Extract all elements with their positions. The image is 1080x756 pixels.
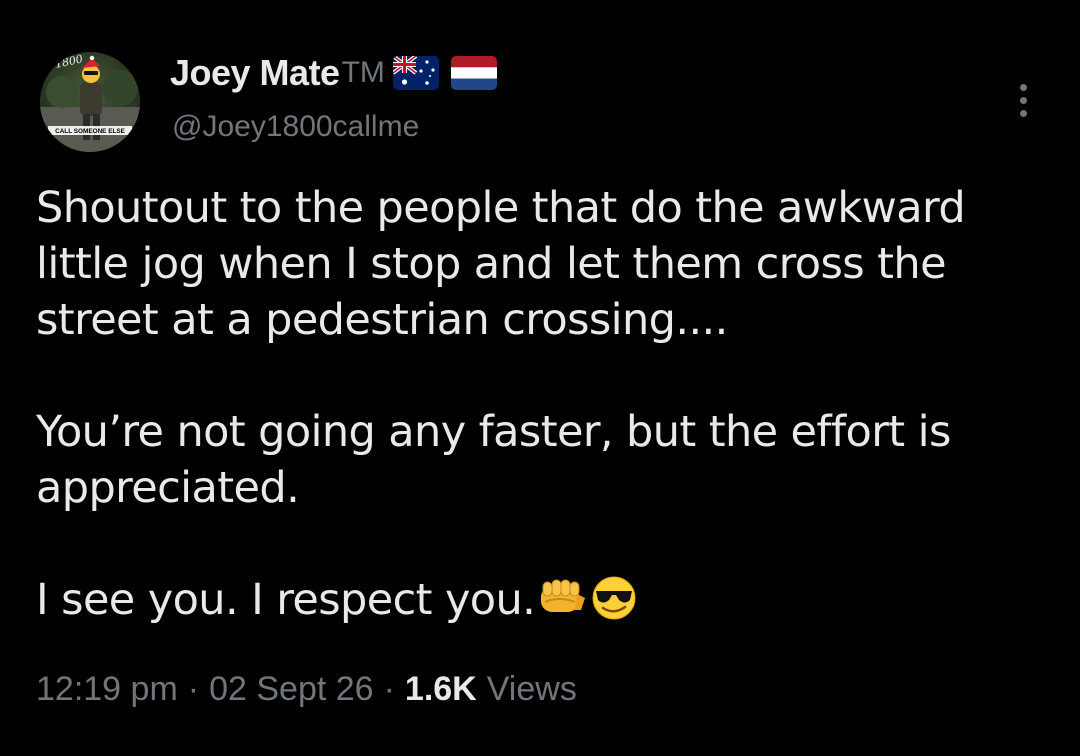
tweet-meta: 12:19 pm · 02 Sept 26 · 1.6K Views [36, 670, 577, 709]
meta-separator: · [383, 670, 395, 708]
views-label[interactable]: Views [487, 670, 577, 709]
tweet-detail: CALL SOMEONE ELSE 1800 Joey Mate TM @Joe… [0, 0, 1080, 756]
avatar-caption-bottom: CALL SOMEONE ELSE [55, 128, 126, 135]
avatar[interactable]: CALL SOMEONE ELSE 1800 [40, 52, 140, 152]
trademark-suffix: TM [341, 56, 385, 89]
tweet-paragraph-last: I see you. I respect you. [36, 572, 1036, 628]
tweet-paragraph: Shoutout to the people that do the awkwa… [36, 183, 966, 345]
sunglasses-emoji-icon [589, 576, 639, 620]
more-dot [1019, 109, 1027, 117]
more-options-icon[interactable] [1006, 78, 1040, 122]
tweet-text: Shoutout to the people that do the awkwa… [36, 180, 1036, 628]
more-dot [1019, 83, 1027, 91]
more-dot [1019, 96, 1027, 104]
author-handle[interactable]: @Joey1800callme [172, 110, 419, 144]
australia-flag-icon [392, 56, 439, 90]
tweet-time[interactable]: 12:19 pm [36, 670, 178, 709]
fist-emoji-icon [537, 576, 587, 620]
display-name[interactable]: Joey Mate [170, 52, 340, 94]
tweet-date[interactable]: 02 Sept 26 [209, 670, 373, 709]
tweet-paragraph: You’re not going any faster, but the eff… [36, 407, 951, 513]
avatar-image: CALL SOMEONE ELSE 1800 [40, 52, 140, 152]
views-count[interactable]: 1.6K [405, 670, 477, 709]
author-name-row[interactable]: Joey Mate TM [170, 50, 509, 96]
meta-separator: · [187, 670, 200, 708]
tweet-paragraph: I see you. I respect you. [36, 575, 536, 625]
netherlands-flag-icon [450, 56, 497, 90]
